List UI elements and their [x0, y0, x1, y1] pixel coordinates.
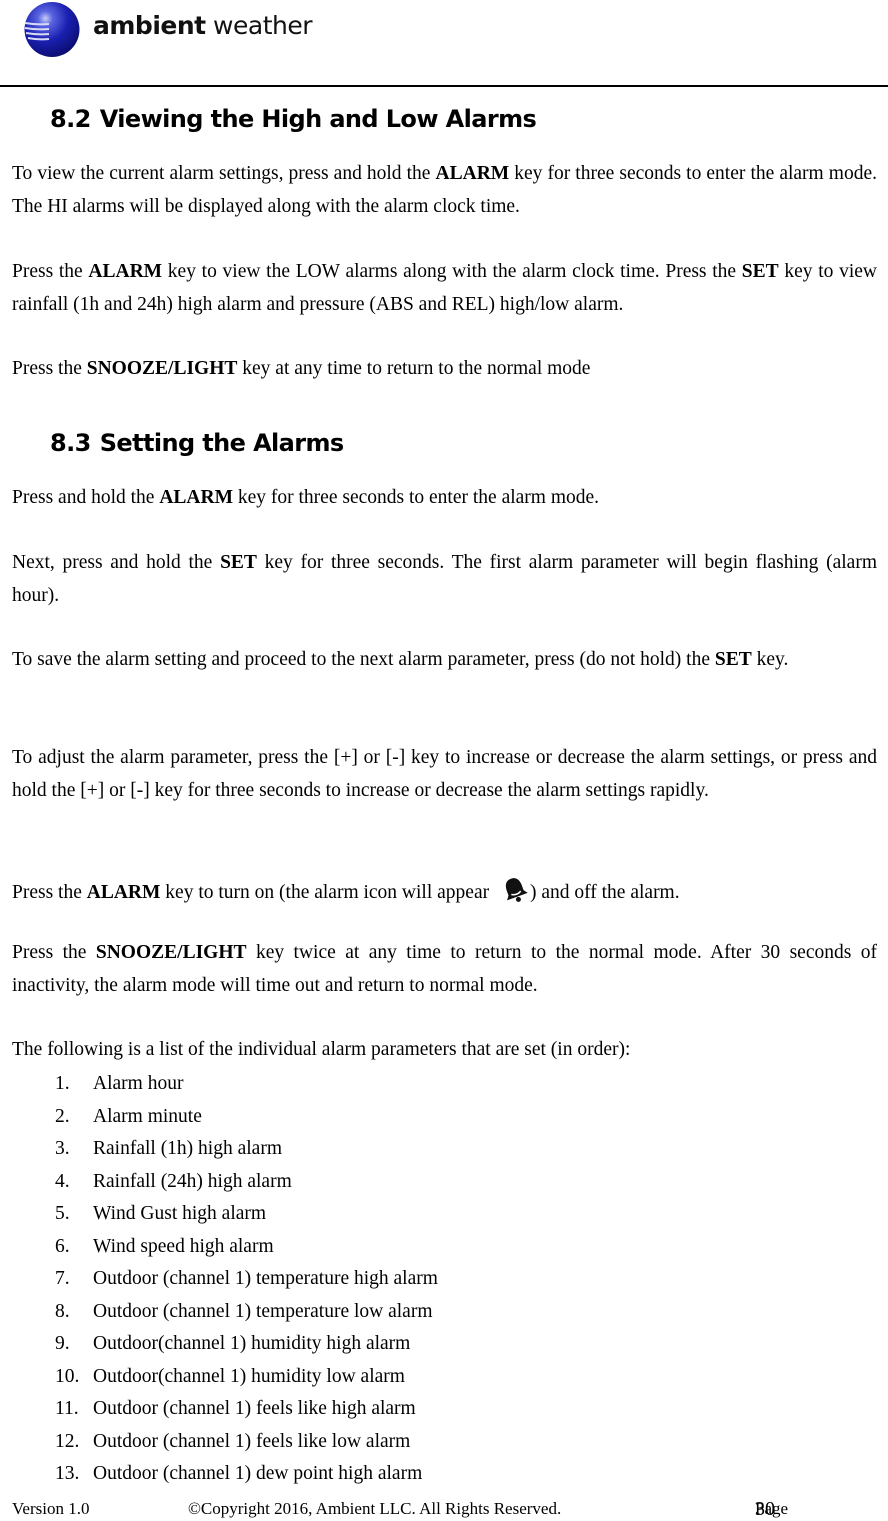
list-item-number: 11. [55, 1398, 79, 1419]
footer-version: Version 1.0 [12, 1499, 90, 1518]
key-name-alarm: ALARM [159, 487, 233, 508]
paragraph-adjust-parameter: To adjust the alarm parameter, press the… [12, 742, 877, 807]
footer-copyright: ©Copyright 2016, Ambient LLC. All Rights… [188, 1499, 562, 1518]
key-name-set: SET [220, 552, 257, 573]
text-run: ) and off the alarm. [529, 882, 680, 903]
list-item-number: 1. [55, 1073, 70, 1094]
list-item-text: Outdoor (channel 1) temperature high ala… [93, 1268, 438, 1289]
text-run: key to view the LOW alarms along with th… [162, 261, 742, 282]
list-item: 3. Rainfall (1h) high alarm [55, 1133, 438, 1166]
paragraph-save-setting: To save the alarm setting and proceed to… [12, 644, 877, 677]
list-item-text: Rainfall (1h) high alarm [93, 1138, 282, 1159]
key-name-alarm: ALARM [86, 882, 161, 903]
paragraph-snooze-timeout: Press the SNOOZE/LIGHT key twice at any … [12, 937, 877, 1002]
text-run: The following is a list of the individua… [12, 1039, 631, 1060]
text-run: Press and hold the [12, 487, 160, 508]
page-header: ambient weather [0, 0, 888, 87]
alarm-bell-icon [505, 878, 528, 902]
list-item-number: 10. [55, 1365, 80, 1387]
key-name-snooze-light: SNOOZE/LIGHT [86, 358, 238, 379]
section-title: Viewing the High and Low Alarms [99, 105, 537, 133]
section-number: 8.3 [50, 429, 91, 457]
text-run: key at any time to return to the normal … [237, 358, 591, 379]
list-item-number: 8. [55, 1300, 70, 1322]
list-item: 13. Outdoor (channel 1) dew point high al… [55, 1458, 438, 1491]
text-run: key for three seconds to enter the alarm… [233, 487, 600, 508]
paragraph-toggle-alarm: Press the ALARM key to turn on (the alar… [12, 875, 877, 910]
list-item-number: 2. [55, 1105, 70, 1127]
paragraph-view-low-alarms: Press the ALARM key to view the LOW alar… [12, 256, 877, 321]
text-run: To view the current alarm settings, pres… [12, 163, 436, 184]
key-name-alarm: ALARM [88, 261, 163, 282]
list-item-text: Outdoor (channel 1) feels like high alar… [93, 1398, 416, 1419]
text-run: Press the [12, 882, 87, 903]
section-heading-8-3: 8.3 Setting the Alarms [50, 427, 344, 459]
section-number: 8.2 [50, 105, 91, 133]
logo-word-ambient: ambient [93, 11, 206, 40]
list-item-text: Alarm minute [93, 1105, 202, 1127]
list-item-number: 6. [55, 1235, 70, 1257]
list-item: 12. Outdoor (channel 1) feels like low al… [55, 1426, 438, 1459]
text-run: Press the [12, 261, 89, 282]
list-item: 10. Outdoor(channel 1) humidity low alarm [55, 1361, 438, 1394]
list-item: 6. Wind speed high alarm [55, 1231, 438, 1264]
list-item-text: Wind speed high alarm [93, 1235, 274, 1257]
page-number: 30 [755, 1498, 775, 1520]
paragraph-list-intro: The following is a list of the individua… [12, 1034, 877, 1067]
list-item: 8. Outdoor (channel 1) temperature low al… [55, 1296, 438, 1329]
list-item-text: Outdoor (channel 1) feels like low alarm [93, 1430, 411, 1452]
list-item-number: 13. [55, 1463, 80, 1484]
text-run: Press the [12, 358, 87, 379]
key-name-alarm: ALARM [435, 163, 510, 184]
list-item-text: Rainfall (24h) high alarm [93, 1170, 292, 1192]
list-item-number: 4. [55, 1170, 70, 1192]
text-run: To adjust the alarm parameter, press the… [12, 747, 877, 801]
list-item: 2. Alarm minute [55, 1101, 438, 1134]
list-item-text: Outdoor (channel 1) dew point high alarm [93, 1463, 423, 1484]
list-item: 1. Alarm hour [55, 1068, 438, 1101]
section-title: Setting the Alarms [99, 429, 344, 457]
list-item-text: Outdoor (channel 1) temperature low alar… [93, 1300, 433, 1322]
text-run: To save the alarm setting and proceed to… [12, 649, 715, 670]
text-run: key. [751, 649, 789, 670]
alarm-parameter-list: 1. Alarm hour 2. Alarm minute 3. Rainfall (… [55, 1068, 438, 1491]
list-item-number: 12. [55, 1430, 80, 1452]
list-item-text: Outdoor(channel 1) humidity low alarm [93, 1365, 405, 1387]
brand-logo-text: ambient weather [93, 8, 313, 44]
list-item-text: Outdoor(channel 1) humidity high alarm [93, 1333, 411, 1354]
list-item-number: 5. [55, 1203, 70, 1224]
list-item-number: 9. [55, 1333, 70, 1354]
header-divider [0, 85, 888, 87]
text-run: Press the [12, 942, 96, 963]
list-item: 4. Rainfall (24h) high alarm [55, 1166, 438, 1199]
paragraph-view-hi-alarms: To view the current alarm settings, pres… [12, 158, 877, 223]
paragraph-return-normal: Press the SNOOZE/LIGHT key at any time t… [12, 353, 877, 386]
text-run: key to turn on (the alarm icon will appe… [160, 882, 494, 903]
list-item-number: 3. [55, 1138, 70, 1159]
list-item: 7. Outdoor (channel 1) temperature high a… [55, 1263, 438, 1296]
globe-logo-icon [24, 2, 80, 57]
list-item-text: Alarm hour [93, 1073, 184, 1094]
list-item: 9. Outdoor(channel 1) humidity high alarm [55, 1328, 438, 1361]
key-name-snooze-light: SNOOZE/LIGHT [95, 942, 247, 963]
list-item-number: 7. [55, 1268, 70, 1289]
text-run: Next, press and hold the [12, 552, 221, 573]
logo-word-weather: weather [205, 11, 312, 40]
key-name-set: SET [741, 261, 779, 282]
section-heading-8-2: 8.2 Viewing the High and Low Alarms [50, 103, 537, 135]
list-item: 11. Outdoor (channel 1) feels like high a… [55, 1393, 438, 1426]
key-name-set: SET [714, 649, 752, 670]
list-item: 5. Wind Gust high alarm [55, 1198, 438, 1231]
list-item-text: Wind Gust high alarm [93, 1203, 267, 1224]
paragraph-enter-alarm-mode: Press and hold the ALARM key for three s… [12, 482, 877, 515]
paragraph-hold-set: Next, press and hold the SET key for thr… [12, 547, 877, 612]
